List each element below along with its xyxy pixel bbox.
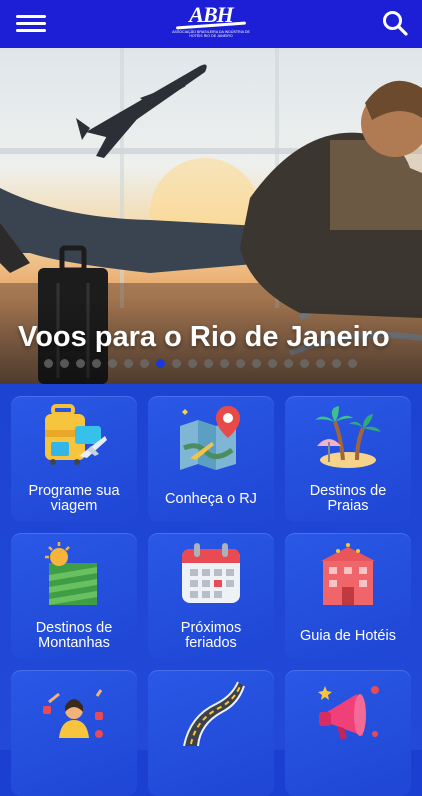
mountain-field-icon	[45, 542, 97, 605]
abh-logo[interactable]: ABH ASSOCIAÇÃO BRASILEIRA DA INDÚSTRIA D…	[166, 4, 256, 44]
carousel-dot[interactable]	[44, 359, 53, 368]
carousel-dots	[44, 359, 357, 368]
carousel-dot[interactable]	[348, 359, 357, 368]
carousel-dot[interactable]	[300, 359, 309, 368]
person-social-icon	[43, 689, 103, 738]
tile-label: Próximos feriados	[180, 620, 242, 651]
megaphone-icon	[318, 686, 379, 740]
carousel-dot[interactable]	[140, 359, 149, 368]
tile-label: Destinos de Montanhas	[35, 620, 113, 651]
carousel-dot[interactable]	[172, 359, 181, 368]
tile-road[interactable]	[148, 670, 274, 796]
carousel-dot[interactable]	[60, 359, 69, 368]
tile-label: Guia de Hotéis	[300, 628, 396, 644]
search-icon[interactable]	[382, 10, 408, 36]
carousel-dot[interactable]	[204, 359, 213, 368]
hotel-building-icon	[321, 543, 375, 605]
road-icon	[183, 681, 245, 746]
carousel-dot[interactable]	[252, 359, 261, 368]
logo-subtitle: ASSOCIAÇÃO BRASILEIRA DA INDÚSTRIA DE HO…	[172, 30, 250, 39]
carousel-dot[interactable]	[92, 359, 101, 368]
hero-carousel[interactable]: Voos para o Rio de Janeiro	[0, 48, 422, 384]
carousel-dot[interactable]	[76, 359, 85, 368]
tile-label: Programe sua viagem	[28, 483, 120, 514]
carousel-dot[interactable]	[316, 359, 325, 368]
top-app-bar: ABH ASSOCIAÇÃO BRASILEIRA DA INDÚSTRIA D…	[0, 0, 422, 48]
hero-title: Voos para o Rio de Janeiro	[18, 321, 390, 353]
tile-destinos-praias[interactable]: Destinos de Praias	[285, 396, 411, 522]
carousel-dot[interactable]	[188, 359, 197, 368]
carousel-dot[interactable]	[268, 359, 277, 368]
menu-grid: Programe sua viagem Conheça o RJ Destino…	[0, 384, 422, 796]
suitcase-plane-icon	[45, 404, 107, 465]
carousel-dot[interactable]	[284, 359, 293, 368]
tile-label: Conheça o RJ	[165, 491, 257, 507]
map-pin-icon	[180, 406, 240, 470]
carousel-dot[interactable]	[156, 359, 165, 368]
carousel-dot[interactable]	[220, 359, 229, 368]
tile-social[interactable]	[11, 670, 137, 796]
palm-island-icon	[315, 406, 381, 468]
tile-guia-hoteis[interactable]: Guia de Hotéis	[285, 533, 411, 659]
tile-proximos-feriados[interactable]: Próximos feriados	[148, 533, 274, 659]
tile-conheca-rj[interactable]: Conheça o RJ	[148, 396, 274, 522]
carousel-dot[interactable]	[236, 359, 245, 368]
hamburger-menu-icon[interactable]	[16, 12, 46, 36]
calendar-icon	[182, 543, 240, 603]
airplane-shape	[76, 64, 207, 158]
tile-label: Destinos de Praias	[309, 483, 387, 514]
tile-destinos-montanhas[interactable]: Destinos de Montanhas	[11, 533, 137, 659]
tile-megaphone[interactable]	[285, 670, 411, 796]
carousel-dot[interactable]	[332, 359, 341, 368]
carousel-dot[interactable]	[108, 359, 117, 368]
tile-programe-viagem[interactable]: Programe sua viagem	[11, 396, 137, 522]
carousel-dot[interactable]	[124, 359, 133, 368]
